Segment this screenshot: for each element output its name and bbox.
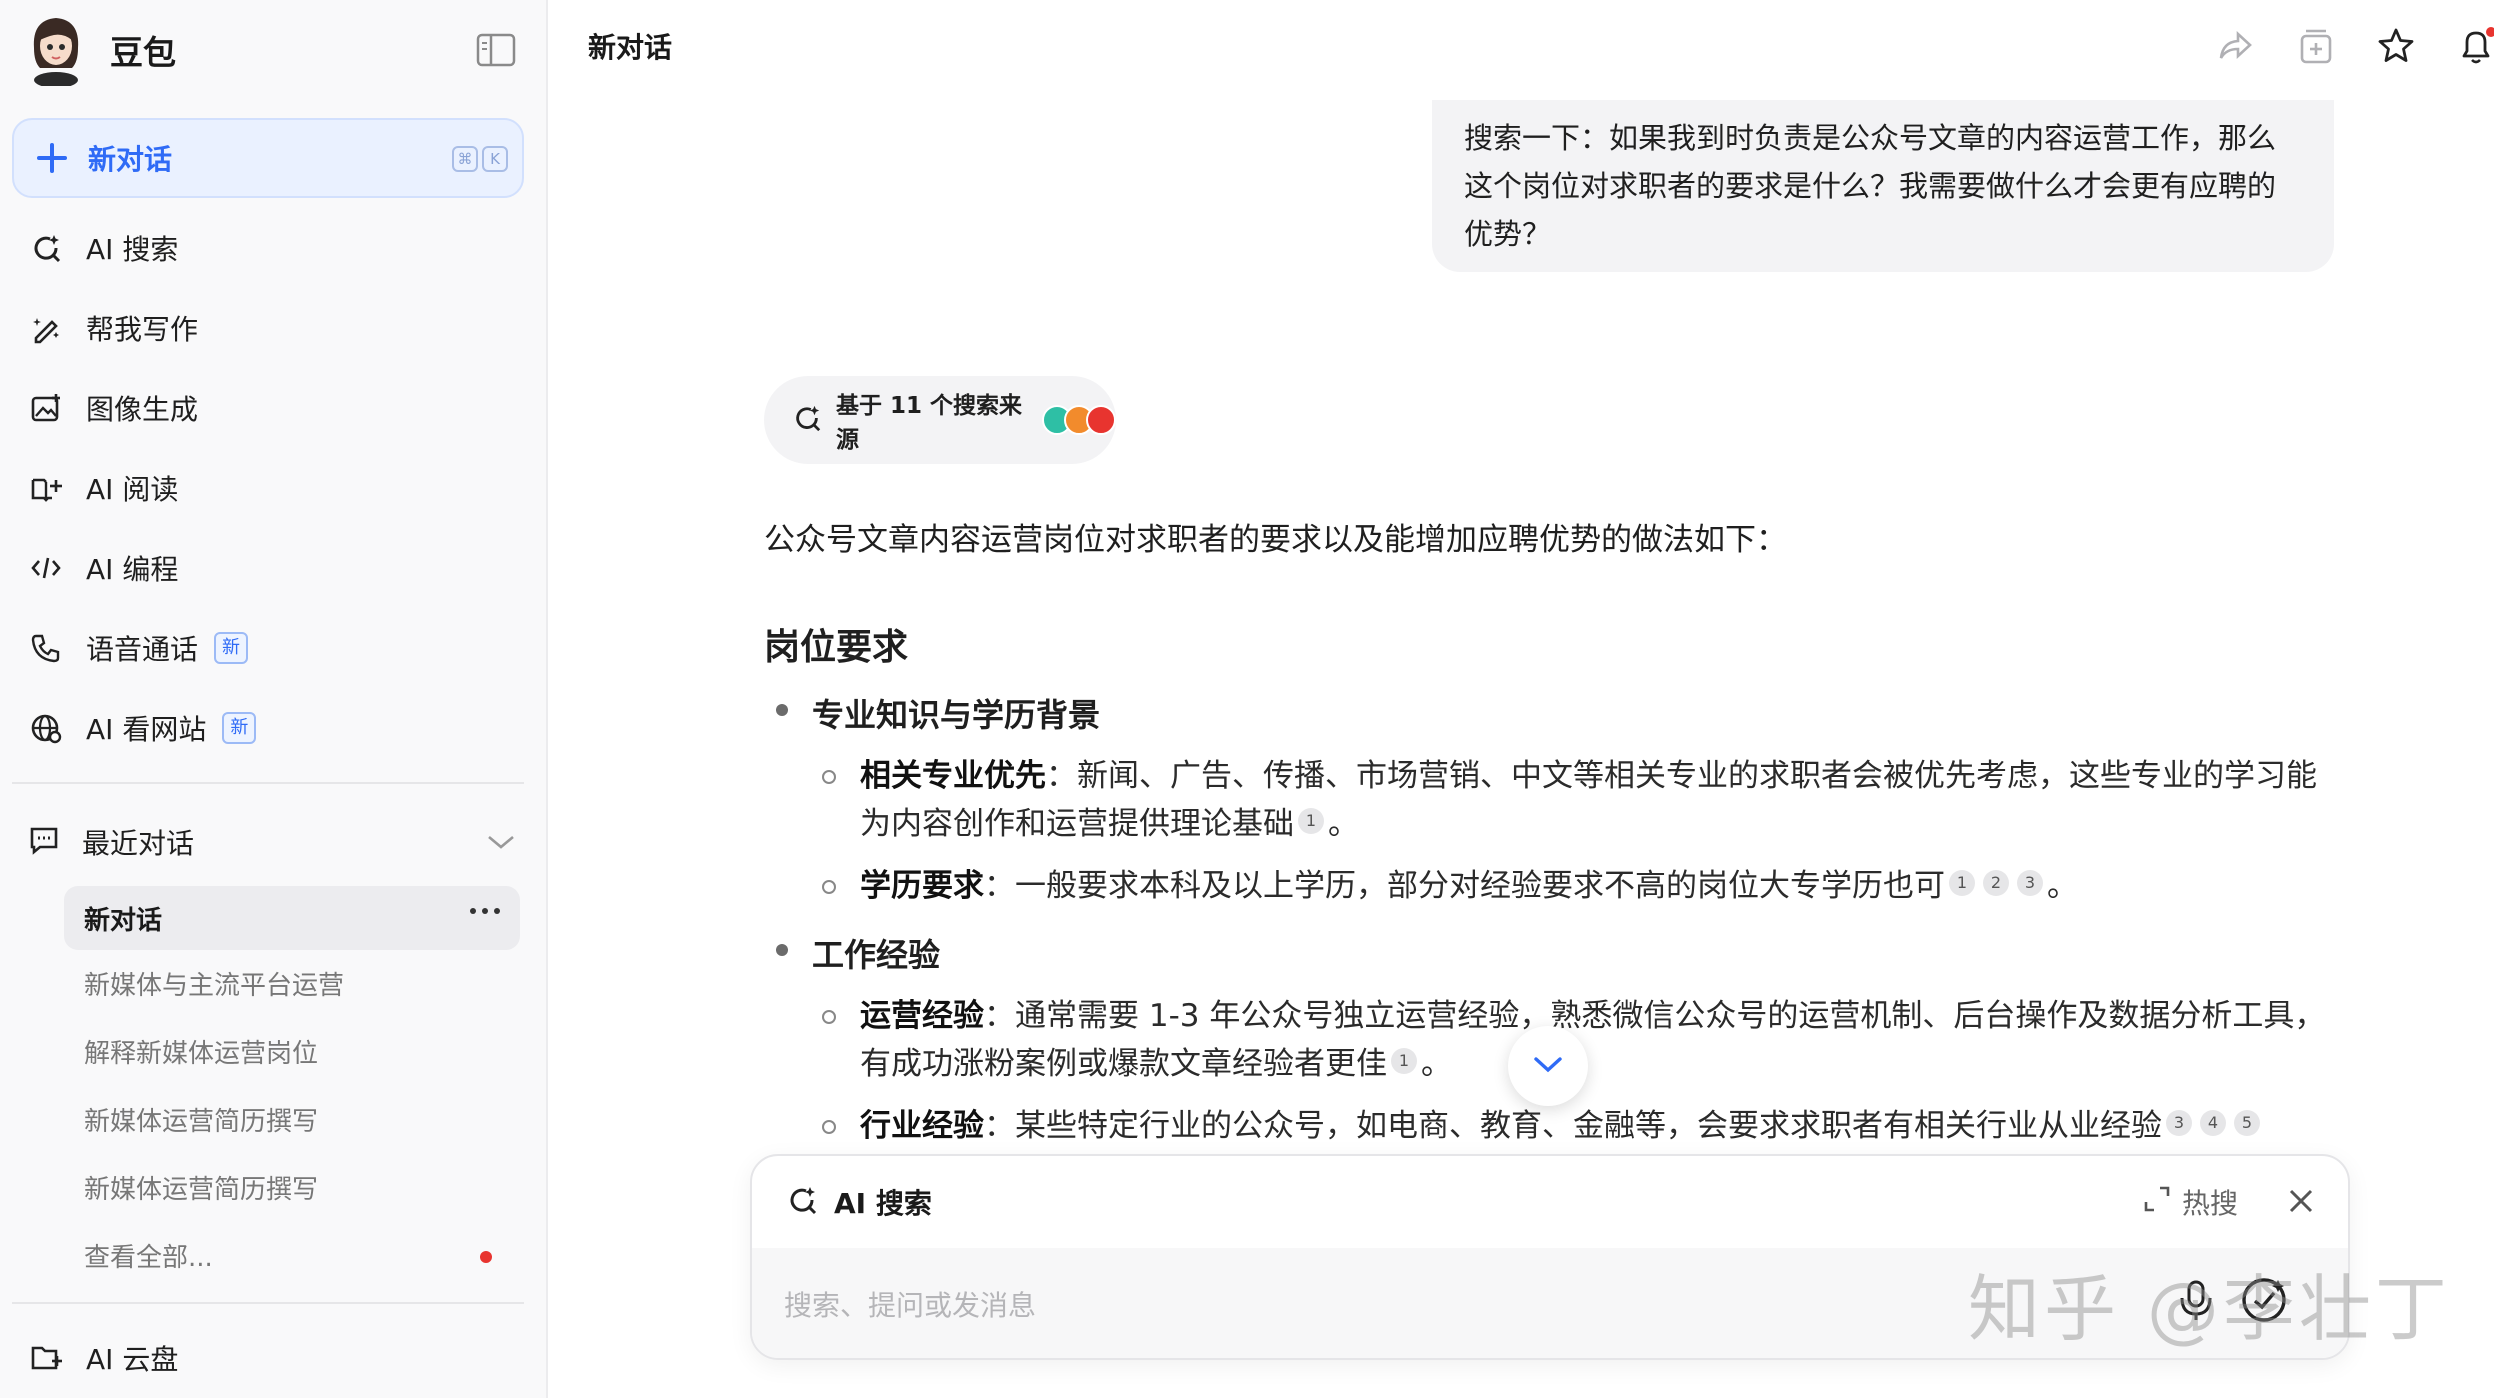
share-icon[interactable] xyxy=(2216,26,2256,70)
page-title: 新对话 xyxy=(588,31,673,64)
source-logo-icon xyxy=(1086,405,1116,435)
unread-dot xyxy=(480,1251,492,1263)
bullet xyxy=(776,944,788,956)
brand[interactable]: 豆包 xyxy=(28,14,176,88)
list-item: 运营经验：通常需要 1-3 年公众号独立运营经验，熟悉微信公众号的运营机制、后台… xyxy=(860,998,2326,1082)
nav-ai-read[interactable]: AI 阅读 xyxy=(28,458,518,518)
nav-voice-call[interactable]: 语音通话 新 xyxy=(28,618,518,678)
answer-intro: 公众号文章内容运营岗位对求职者的要求以及能增加应聘优势的做法如下： xyxy=(764,522,1787,558)
code-icon xyxy=(28,550,64,586)
sub-bullet xyxy=(822,1120,836,1134)
citation-badge[interactable]: 5 xyxy=(2234,1110,2260,1136)
recent-conversations-header[interactable]: 最近对话 xyxy=(28,812,518,872)
hot-label: 热搜 xyxy=(2181,1187,2238,1220)
ai-search-icon xyxy=(28,230,64,266)
sidebar-divider xyxy=(12,1302,524,1304)
nav-label: AI 云盘 xyxy=(86,1343,179,1376)
more-icon[interactable] xyxy=(470,908,500,914)
nav-label: AI 阅读 xyxy=(86,473,179,506)
citation-badge[interactable]: 3 xyxy=(2017,870,2043,896)
shortcut-k: K xyxy=(482,146,508,172)
bullet xyxy=(776,704,788,716)
star-icon[interactable] xyxy=(2376,26,2416,70)
section-title: 工作经验 xyxy=(812,936,941,974)
list-item: 行业经验：某些特定行业的公众号，如电商、教育、金融等，会要求求职者有相关行业从业… xyxy=(860,1102,2330,1150)
new-chat-label: 新对话 xyxy=(88,143,173,176)
sub-bullet xyxy=(822,880,836,894)
conversation-item[interactable]: 解释新媒体运营岗位 xyxy=(84,1034,318,1074)
hot-search-button[interactable]: 热搜 xyxy=(2142,1182,2238,1222)
expand-icon xyxy=(2142,1184,2172,1221)
view-all-link[interactable]: 查看全部... xyxy=(84,1238,213,1278)
read-icon xyxy=(28,470,64,506)
answer-heading: 岗位要求 xyxy=(764,627,909,668)
new-badge: 新 xyxy=(222,712,257,744)
composer-mode: AI 搜索 xyxy=(834,1187,932,1220)
ai-search-icon xyxy=(792,403,822,437)
message-input[interactable]: 搜索、提问或发消息 xyxy=(784,1284,1036,1324)
image-gen-icon xyxy=(28,390,64,426)
source-logos xyxy=(1042,405,1116,435)
plus-icon xyxy=(36,142,68,174)
scroll-down-button[interactable] xyxy=(1508,1026,1588,1106)
citation-badge[interactable]: 4 xyxy=(2200,1110,2226,1136)
close-icon[interactable] xyxy=(2286,1186,2316,1220)
brand-name: 豆包 xyxy=(110,33,176,72)
nav-label: 图像生成 xyxy=(86,393,199,426)
citation-badge[interactable]: 1 xyxy=(1391,1048,1417,1074)
nav-label: 语音通话 xyxy=(86,633,199,666)
citation-badge[interactable]: 2 xyxy=(1983,870,2009,896)
app: 豆包 新对话 ⌘ K AI 搜索 帮我写作 图像生成 AI 阅读 AI 编程 语… xyxy=(0,0,2494,1398)
nav-image-gen[interactable]: 图像生成 xyxy=(28,378,518,438)
cloud-drive-icon xyxy=(28,1340,64,1376)
ai-search-icon xyxy=(786,1184,818,1220)
shortcut-cmd: ⌘ xyxy=(452,146,478,172)
conversation-title: 新对话 xyxy=(84,905,163,936)
composer-header: AI 搜索 热搜 xyxy=(752,1156,2348,1248)
nav-label: AI 看网站 xyxy=(86,713,207,746)
conversation-item[interactable]: 新媒体与主流平台运营 xyxy=(84,966,344,1006)
watermark: 知乎 @李壮丁 xyxy=(1968,1267,2451,1351)
list-item: 相关专业优先：新闻、广告、传播、市场营销、中文等相关专业的求职者会被优先考虑，这… xyxy=(860,758,2317,842)
chevron-down-icon[interactable] xyxy=(484,826,518,862)
new-tab-icon[interactable] xyxy=(2296,26,2336,70)
section-title: 专业知识与学历背景 xyxy=(812,696,1101,734)
nav-ai-website[interactable]: AI 看网站 新 xyxy=(28,698,518,758)
bell-icon[interactable] xyxy=(2456,26,2494,70)
phone-icon xyxy=(28,630,64,666)
nav-ai-code[interactable]: AI 编程 xyxy=(28,538,518,598)
sources-label: 基于 11 个搜索来源 xyxy=(836,393,1023,453)
chat-main: 新对话 搜索一下：如果我到时负责是公众号文章的内容运营工作，那么这个岗位对求职者… xyxy=(550,0,2494,1398)
chat-bubble-icon xyxy=(28,824,60,860)
citation-badge[interactable]: 3 xyxy=(2166,1110,2192,1136)
nav-label: AI 搜索 xyxy=(86,233,179,266)
sub-bullet xyxy=(822,1010,836,1024)
nav-writing[interactable]: 帮我写作 xyxy=(28,298,518,358)
recent-title: 最近对话 xyxy=(82,827,195,860)
sidebar-divider xyxy=(12,782,524,784)
avatar xyxy=(28,14,84,88)
citation-badge[interactable]: 1 xyxy=(1949,870,1975,896)
citation-badge[interactable]: 1 xyxy=(1298,808,1324,834)
user-message: 搜索一下：如果我到时负责是公众号文章的内容运营工作，那么这个岗位对求职者的要求是… xyxy=(1432,100,2334,272)
sub-bullet xyxy=(822,770,836,784)
list-item: 学历要求：一般要求本科及以上学历，部分对经验要求不高的岗位大专学历也可 1 2 3。 xyxy=(860,868,2078,904)
nav-ai-search[interactable]: AI 搜索 xyxy=(28,218,518,278)
chevron-down-icon xyxy=(1530,1046,1566,1086)
globe-icon xyxy=(28,710,64,746)
conversation-item[interactable]: 新媒体运营简历撰写 xyxy=(84,1170,318,1210)
conversation-item[interactable]: 新媒体运营简历撰写 xyxy=(84,1102,318,1142)
nav-ai-cloud[interactable]: AI 云盘 xyxy=(28,1328,518,1388)
sidebar: 豆包 新对话 ⌘ K AI 搜索 帮我写作 图像生成 AI 阅读 AI 编程 语… xyxy=(0,0,548,1398)
conversation-item-active[interactable]: 新对话 xyxy=(64,886,520,950)
collapse-sidebar-icon[interactable] xyxy=(476,32,516,68)
nav-label: 帮我写作 xyxy=(86,313,199,346)
new-chat-button[interactable]: 新对话 ⌘ K xyxy=(12,118,524,198)
nav-label: AI 编程 xyxy=(86,553,179,586)
new-badge: 新 xyxy=(214,632,249,664)
search-sources-button[interactable]: 基于 11 个搜索来源 xyxy=(764,376,1116,464)
write-icon xyxy=(28,310,64,346)
